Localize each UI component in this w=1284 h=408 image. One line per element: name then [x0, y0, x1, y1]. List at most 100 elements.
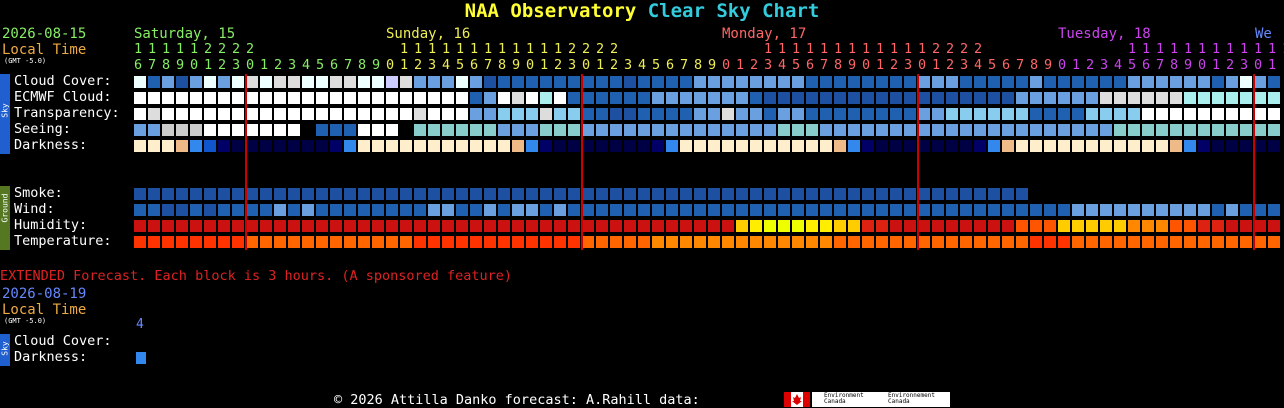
cloud-cover-cell[interactable] — [960, 76, 972, 88]
cloud-cover-cell[interactable] — [610, 76, 622, 88]
ecmwf-cloud-cell[interactable] — [946, 92, 958, 104]
temperature-cell[interactable] — [302, 236, 314, 248]
seeing-cell[interactable] — [400, 124, 412, 136]
smoke-cell[interactable] — [526, 188, 538, 200]
darkness-cell[interactable] — [526, 140, 538, 152]
extended-darkness-cell[interactable] — [136, 352, 146, 364]
temperature-cell[interactable] — [610, 236, 622, 248]
transparency-cell[interactable] — [876, 108, 888, 120]
darkness-cell[interactable] — [554, 140, 566, 152]
humidity-cell[interactable] — [526, 220, 538, 232]
transparency-cell[interactable] — [652, 108, 664, 120]
humidity-cell[interactable] — [204, 220, 216, 232]
darkness-cell[interactable] — [596, 140, 608, 152]
smoke-cell[interactable] — [372, 188, 384, 200]
smoke-cell[interactable] — [778, 188, 790, 200]
seeing-cell[interactable] — [582, 124, 594, 136]
cloud-cover-cell[interactable] — [946, 76, 958, 88]
cloud-cover-cell[interactable] — [400, 76, 412, 88]
temperature-cell[interactable] — [638, 236, 650, 248]
seeing-cell[interactable] — [1254, 124, 1266, 136]
darkness-cell[interactable] — [1240, 140, 1252, 152]
darkness-cell[interactable] — [722, 140, 734, 152]
transparency-cell[interactable] — [610, 108, 622, 120]
wind-cell[interactable] — [792, 204, 804, 216]
darkness-cell[interactable] — [218, 140, 230, 152]
seeing-cell[interactable] — [708, 124, 720, 136]
wind-cell[interactable] — [890, 204, 902, 216]
wind-cell[interactable] — [400, 204, 412, 216]
darkness-cell[interactable] — [792, 140, 804, 152]
transparency-cell[interactable] — [1030, 108, 1042, 120]
smoke-cell[interactable] — [414, 188, 426, 200]
wind-cell[interactable] — [246, 204, 258, 216]
humidity-cell[interactable] — [1156, 220, 1168, 232]
transparency-cell[interactable] — [246, 108, 258, 120]
ecmwf-cloud-cell[interactable] — [442, 92, 454, 104]
transparency-cell[interactable] — [904, 108, 916, 120]
wind-cell[interactable] — [162, 204, 174, 216]
ecmwf-cloud-cell[interactable] — [540, 92, 552, 104]
smoke-cell[interactable] — [470, 188, 482, 200]
wind-cell[interactable] — [708, 204, 720, 216]
smoke-cell[interactable] — [568, 188, 580, 200]
temperature-cell[interactable] — [834, 236, 846, 248]
wind-cell[interactable] — [680, 204, 692, 216]
wind-cell[interactable] — [974, 204, 986, 216]
smoke-cell[interactable] — [554, 188, 566, 200]
wind-cell[interactable] — [288, 204, 300, 216]
cloud-cover-cell[interactable] — [162, 76, 174, 88]
transparency-cell[interactable] — [1086, 108, 1098, 120]
cloud-cover-cell[interactable] — [778, 76, 790, 88]
cloud-cover-cell[interactable] — [1128, 76, 1140, 88]
smoke-cell[interactable] — [442, 188, 454, 200]
seeing-cell[interactable] — [988, 124, 1000, 136]
seeing-cell[interactable] — [1156, 124, 1168, 136]
temperature-cell[interactable] — [1044, 236, 1056, 248]
smoke-cell[interactable] — [932, 188, 944, 200]
ecmwf-cloud-cell[interactable] — [484, 92, 496, 104]
humidity-cell[interactable] — [554, 220, 566, 232]
wind-cell[interactable] — [638, 204, 650, 216]
darkness-cell[interactable] — [932, 140, 944, 152]
temperature-cell[interactable] — [568, 236, 580, 248]
darkness-cell[interactable] — [134, 140, 146, 152]
transparency-cell[interactable] — [862, 108, 874, 120]
cloud-cover-cell[interactable] — [1114, 76, 1126, 88]
cloud-cover-cell[interactable] — [680, 76, 692, 88]
wind-cell[interactable] — [1044, 204, 1056, 216]
ecmwf-cloud-cell[interactable] — [260, 92, 272, 104]
wind-cell[interactable] — [1016, 204, 1028, 216]
transparency-cell[interactable] — [1142, 108, 1154, 120]
smoke-cell[interactable] — [358, 188, 370, 200]
smoke-cell[interactable] — [400, 188, 412, 200]
cloud-cover-cell[interactable] — [442, 76, 454, 88]
smoke-cell[interactable] — [862, 188, 874, 200]
humidity-cell[interactable] — [232, 220, 244, 232]
seeing-cell[interactable] — [1002, 124, 1014, 136]
cloud-cover-cell[interactable] — [652, 76, 664, 88]
wind-cell[interactable] — [218, 204, 230, 216]
ecmwf-cloud-cell[interactable] — [232, 92, 244, 104]
humidity-cell[interactable] — [274, 220, 286, 232]
cloud-cover-cell[interactable] — [204, 76, 216, 88]
wind-cell[interactable] — [1030, 204, 1042, 216]
cloud-cover-cell[interactable] — [358, 76, 370, 88]
ecmwf-cloud-cell[interactable] — [862, 92, 874, 104]
darkness-cell[interactable] — [680, 140, 692, 152]
smoke-cell[interactable] — [680, 188, 692, 200]
humidity-cell[interactable] — [834, 220, 846, 232]
humidity-cell[interactable] — [246, 220, 258, 232]
wind-cell[interactable] — [316, 204, 328, 216]
darkness-cell[interactable] — [484, 140, 496, 152]
temperature-cell[interactable] — [1254, 236, 1266, 248]
wind-cell[interactable] — [540, 204, 552, 216]
cloud-cover-cell[interactable] — [1002, 76, 1014, 88]
smoke-cell[interactable] — [666, 188, 678, 200]
ecmwf-cloud-cell[interactable] — [890, 92, 902, 104]
seeing-cell[interactable] — [778, 124, 790, 136]
ecmwf-cloud-cell[interactable] — [834, 92, 846, 104]
wind-cell[interactable] — [190, 204, 202, 216]
temperature-cell[interactable] — [400, 236, 412, 248]
wind-cell[interactable] — [1114, 204, 1126, 216]
